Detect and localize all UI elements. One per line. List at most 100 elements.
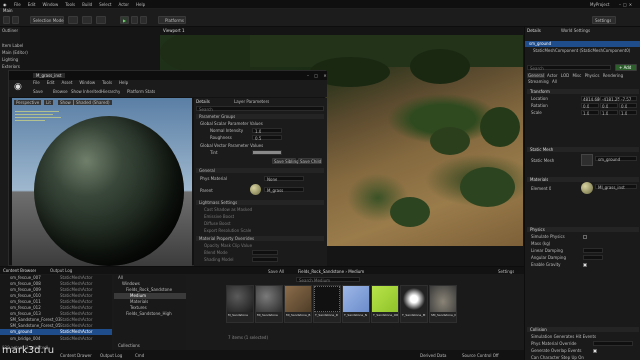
section-collision[interactable]: Collision bbox=[527, 327, 639, 332]
parent-thumbnail[interactable] bbox=[250, 184, 261, 195]
mesh-thumbnail[interactable] bbox=[581, 154, 593, 166]
section-physics[interactable]: Physics bbox=[527, 227, 639, 232]
phys-material-dropdown[interactable]: None bbox=[264, 176, 304, 182]
angular-damping-field[interactable] bbox=[583, 255, 603, 260]
section-general[interactable]: General bbox=[196, 168, 324, 173]
details-tab[interactable]: Details bbox=[196, 99, 210, 104]
shading-mode-button[interactable]: Shaded (Shared) bbox=[74, 100, 112, 105]
filter-general[interactable]: General bbox=[527, 73, 545, 78]
content-drawer-button[interactable]: Content Drawer bbox=[60, 353, 92, 358]
menu-build[interactable]: Build bbox=[82, 2, 92, 7]
viewport-tab[interactable]: Viewport 1 bbox=[163, 28, 185, 33]
outliner-row[interactable]: sm_fescue_008 bbox=[10, 281, 41, 286]
close-icon[interactable]: ✕ bbox=[629, 2, 634, 7]
rotation-z-field[interactable]: 0.0 bbox=[619, 103, 637, 109]
folder-item[interactable]: All bbox=[118, 275, 123, 280]
section-materials[interactable]: Materials bbox=[527, 177, 639, 182]
filter-actor[interactable]: Actor bbox=[546, 73, 559, 78]
filter-all[interactable]: All bbox=[551, 79, 558, 84]
menu-window[interactable]: Window bbox=[42, 2, 58, 7]
roughness-field[interactable]: 0.5 bbox=[252, 135, 282, 141]
main-menu[interactable]: File Edit Window Tools Build Select Actor Help bbox=[14, 2, 152, 7]
outliner-row[interactable]: sm_fescue_013 bbox=[10, 311, 41, 316]
outliner-row[interactable]: Lighting bbox=[2, 57, 18, 62]
folder-item[interactable]: Fields_Rock_Sandstone bbox=[126, 287, 172, 292]
menu-edit[interactable]: Edit bbox=[28, 2, 36, 7]
rotation-y-field[interactable]: 0.0 bbox=[600, 103, 618, 109]
settings-button[interactable]: Settings bbox=[592, 16, 616, 24]
save-child-button[interactable]: Save Child bbox=[298, 158, 322, 164]
window-controls[interactable]: –□✕ bbox=[619, 2, 634, 7]
asset-tile[interactable]: SM_Sandstone_Med bbox=[429, 285, 457, 323]
asset-tab[interactable]: M_grass_inst bbox=[33, 73, 65, 78]
outliner-row[interactable]: Exteriors bbox=[2, 64, 20, 69]
component-row[interactable]: StaticMeshComponent (StaticMeshComponent… bbox=[533, 48, 630, 53]
outliner-row[interactable]: sm_fescue_007 bbox=[10, 275, 41, 280]
menu-tools[interactable]: Tools bbox=[65, 2, 75, 7]
filter-rendering[interactable]: Rendering bbox=[602, 73, 624, 78]
group-label[interactable]: Global Scalar Parameter Values bbox=[200, 121, 263, 126]
asset-tile[interactable]: T_Sandstone_N bbox=[342, 285, 370, 323]
level-tab[interactable]: Main bbox=[3, 8, 13, 13]
linear-damping-field[interactable] bbox=[583, 248, 603, 253]
menu-window[interactable]: Window bbox=[79, 80, 95, 85]
breadcrumb-item[interactable]: Fields_Rock_Sandstone bbox=[298, 269, 344, 274]
folder-item[interactable]: Materials bbox=[130, 299, 148, 304]
play-options-icon[interactable] bbox=[131, 16, 138, 24]
menu-help[interactable]: Help bbox=[119, 80, 128, 85]
outliner-row-selected[interactable]: sm_ground StaticMeshActor bbox=[0, 329, 112, 335]
section-parameter-groups[interactable]: Parameter Groups bbox=[196, 114, 324, 119]
material-dropdown[interactable]: MI_grass_inst bbox=[595, 184, 637, 190]
folder-item[interactable]: Windows bbox=[122, 281, 140, 286]
asset-tile[interactable]: T_Sandstone_M bbox=[400, 285, 428, 323]
menu-tools[interactable]: Tools bbox=[102, 80, 112, 85]
blueprint-button[interactable] bbox=[82, 16, 92, 24]
outliner-row[interactable]: SM_Sandstone_Forest_03 bbox=[10, 317, 61, 322]
rotation-x-field[interactable]: 0.0 bbox=[581, 103, 599, 109]
outliner-row[interactable]: Main (Editor) bbox=[2, 50, 28, 55]
content-browser-tab[interactable]: Content Browser bbox=[3, 268, 36, 273]
output-log-tab[interactable]: Output Log bbox=[50, 268, 72, 273]
menu-help[interactable]: Help bbox=[136, 2, 145, 7]
folder-item[interactable]: Textures bbox=[130, 305, 147, 310]
asset-tile[interactable]: MI_Sandstone_B bbox=[284, 285, 312, 323]
platforms-button[interactable]: Platforms bbox=[158, 16, 186, 24]
group-label[interactable]: Global Vector Parameter Values bbox=[200, 143, 263, 148]
layer-parameters-tab[interactable]: Layer Parameters bbox=[234, 99, 269, 104]
unreal-logo-icon[interactable]: ◉ bbox=[3, 2, 7, 7]
collections-header[interactable]: Collections bbox=[118, 343, 140, 348]
material-thumbnail[interactable] bbox=[581, 182, 593, 194]
breadcrumb-item[interactable]: Medium bbox=[348, 269, 364, 274]
derived-data-button[interactable]: Derived Data bbox=[420, 353, 447, 358]
asset-tile[interactable]: T_Sandstone_D bbox=[313, 285, 341, 323]
enable-gravity-checkbox[interactable] bbox=[583, 263, 587, 267]
stop-icon[interactable] bbox=[140, 16, 147, 24]
outliner-row[interactable]: sm_fescue_010 bbox=[10, 293, 41, 298]
save-icon[interactable] bbox=[3, 16, 10, 24]
outliner-row[interactable]: sm_fescue_009 bbox=[10, 287, 41, 292]
play-icon[interactable]: ▶ bbox=[120, 16, 129, 24]
scale-x-field[interactable]: 1.0 bbox=[581, 110, 599, 116]
selection-mode-dropdown[interactable]: Selection Mode bbox=[30, 16, 64, 24]
location-z-field[interactable]: -7.57 bbox=[619, 96, 637, 102]
output-log-button[interactable]: Output Log bbox=[100, 353, 122, 358]
section-lightmass[interactable]: Lightmass Settings bbox=[196, 200, 324, 205]
shading-model-dropdown[interactable] bbox=[252, 257, 278, 262]
world-settings-tab[interactable]: World Settings bbox=[561, 28, 590, 33]
normal-intensity-field[interactable]: 1.0 bbox=[252, 128, 282, 134]
tint-color-swatch[interactable] bbox=[252, 150, 282, 155]
drawer-settings-button[interactable]: Settings bbox=[498, 269, 514, 274]
add-component-button[interactable]: + Add bbox=[615, 64, 637, 71]
cmd-input[interactable]: Cmd bbox=[135, 353, 144, 358]
outliner-row[interactable]: SM_Sandstone_Forest_05 bbox=[10, 323, 61, 328]
asset-tile[interactable]: MI_Sandstone bbox=[255, 285, 283, 323]
scale-y-field[interactable]: 1.0 bbox=[600, 110, 618, 116]
save-sibling-button[interactable]: Save Sibling bbox=[272, 158, 299, 164]
menu-edit[interactable]: Edit bbox=[47, 80, 55, 85]
filter-streaming[interactable]: Streaming bbox=[527, 79, 550, 84]
editor-menu[interactable]: File Edit Asset Window Tools Help bbox=[33, 80, 135, 85]
asset-search-input[interactable]: Search Medium bbox=[296, 277, 360, 283]
section-static-mesh[interactable]: Static Mesh bbox=[527, 147, 639, 152]
menu-file[interactable]: File bbox=[33, 80, 40, 85]
filter-physics[interactable]: Physics bbox=[584, 73, 601, 78]
